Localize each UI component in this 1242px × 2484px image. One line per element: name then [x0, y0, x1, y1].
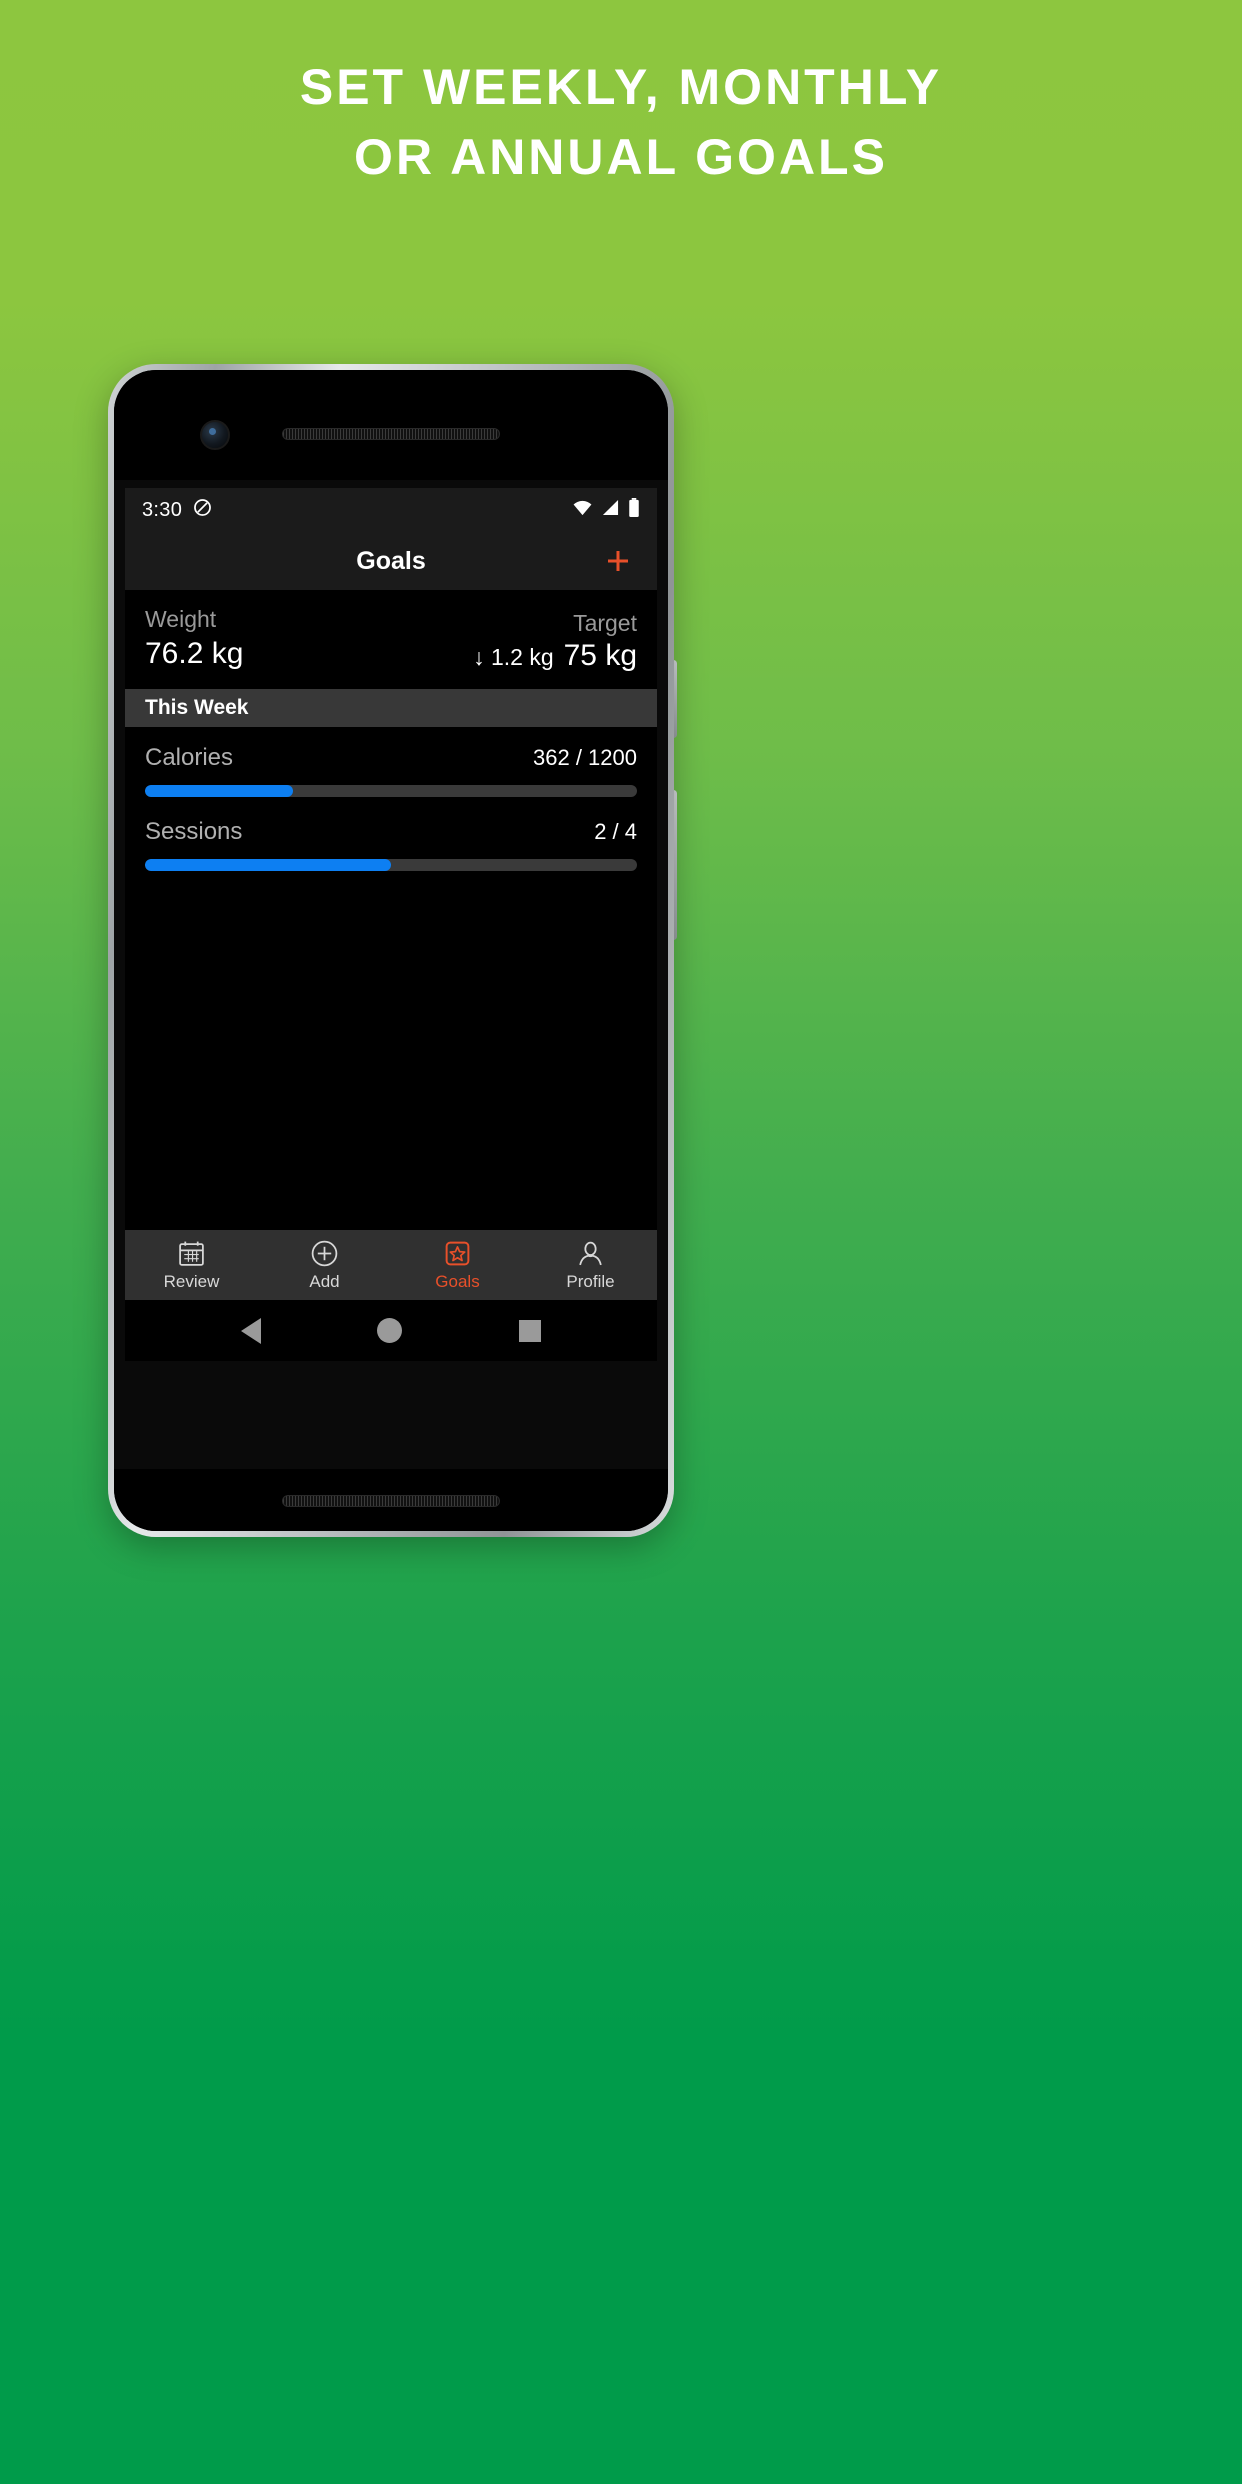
phone-screen: 3:30 Goals Weight 76.2 kg Target ↓ 1.2 k…	[125, 488, 657, 1361]
status-bar: 3:30	[125, 488, 657, 532]
headline-line-2: OR ANNUAL GOALS	[354, 129, 888, 185]
goal-row-sessions[interactable]: Sessions 2 / 4	[125, 801, 657, 875]
target-label: Target	[573, 610, 637, 636]
weight-target-block: Target ↓ 1.2 kg 75 kg	[473, 608, 637, 673]
plus-circle-icon	[310, 1239, 339, 1269]
tab-label: Goals	[435, 1271, 480, 1291]
headline-line-1: SET WEEKLY, MONTHLY	[299, 59, 943, 115]
bottom-tab-bar: Review Add Goals Profile	[125, 1230, 657, 1300]
goal-name: Calories	[145, 744, 234, 771]
add-goal-button[interactable]	[601, 544, 635, 578]
tab-add[interactable]: Add	[258, 1230, 391, 1300]
person-icon	[576, 1239, 605, 1269]
tab-review[interactable]: Review	[125, 1230, 258, 1300]
bottom-speaker	[282, 1495, 500, 1507]
promo-screenshot: SET WEEKLY, MONTHLY OR ANNUAL GOALS 3:30	[0, 0, 1242, 2484]
goal-progress-fill	[145, 785, 293, 797]
wifi-icon	[572, 499, 593, 522]
goal-name: Sessions	[145, 818, 243, 845]
earpiece-speaker	[282, 428, 500, 440]
goal-value: 362 / 1200	[533, 745, 637, 770]
weight-current-block: Weight 76.2 kg	[145, 604, 243, 673]
target-value-line: ↓ 1.2 kg 75 kg	[473, 639, 637, 673]
android-nav-bar	[125, 1300, 657, 1361]
goal-value: 2 / 4	[594, 819, 637, 844]
tab-label: Profile	[566, 1271, 615, 1291]
goal-progress-track	[145, 859, 637, 871]
promo-headline: SET WEEKLY, MONTHLY OR ANNUAL GOALS	[0, 52, 1242, 192]
do-not-disturb-icon	[193, 498, 212, 523]
battery-full-icon	[628, 497, 640, 523]
phone-bottom-bezel	[114, 1469, 668, 1531]
tab-profile[interactable]: Profile	[524, 1230, 657, 1300]
section-header-this-week: This Week	[125, 689, 657, 727]
phone-body: 3:30 Goals Weight 76.2 kg Target ↓ 1.2 k…	[114, 370, 668, 1531]
goal-header: Calories 362 / 1200	[145, 744, 637, 772]
back-triangle-icon[interactable]	[241, 1317, 262, 1344]
target-value: 75 kg	[563, 639, 637, 672]
goal-header: Sessions 2 / 4	[145, 818, 637, 846]
status-bar-left: 3:30	[142, 498, 212, 523]
status-time: 3:30	[142, 498, 183, 521]
phone-top-bezel	[114, 370, 668, 480]
goal-row-calories[interactable]: Calories 362 / 1200	[125, 727, 657, 801]
weight-value: 76.2 kg	[145, 637, 244, 670]
tab-label: Review	[163, 1271, 220, 1291]
tab-label: Add	[309, 1271, 340, 1291]
status-bar-right	[572, 497, 640, 523]
weight-delta: ↓ 1.2 kg	[473, 644, 554, 670]
goal-progress-fill	[145, 859, 391, 871]
home-circle-icon[interactable]	[377, 1318, 403, 1343]
page-title: Goals	[356, 546, 426, 575]
weight-label: Weight	[145, 606, 217, 632]
tab-goals[interactable]: Goals	[391, 1230, 524, 1300]
goal-progress-track	[145, 785, 637, 797]
section-title: This Week	[145, 696, 249, 719]
weight-summary-row[interactable]: Weight 76.2 kg Target ↓ 1.2 kg 75 kg	[125, 590, 657, 689]
app-bar: Goals	[125, 532, 657, 590]
star-badge-icon	[443, 1239, 472, 1269]
calendar-icon	[177, 1239, 206, 1269]
cellular-signal-icon	[601, 499, 620, 522]
front-camera-icon	[200, 420, 230, 450]
recents-square-icon[interactable]	[518, 1319, 541, 1342]
phone-device: 3:30 Goals Weight 76.2 kg Target ↓ 1.2 k…	[108, 364, 674, 1537]
